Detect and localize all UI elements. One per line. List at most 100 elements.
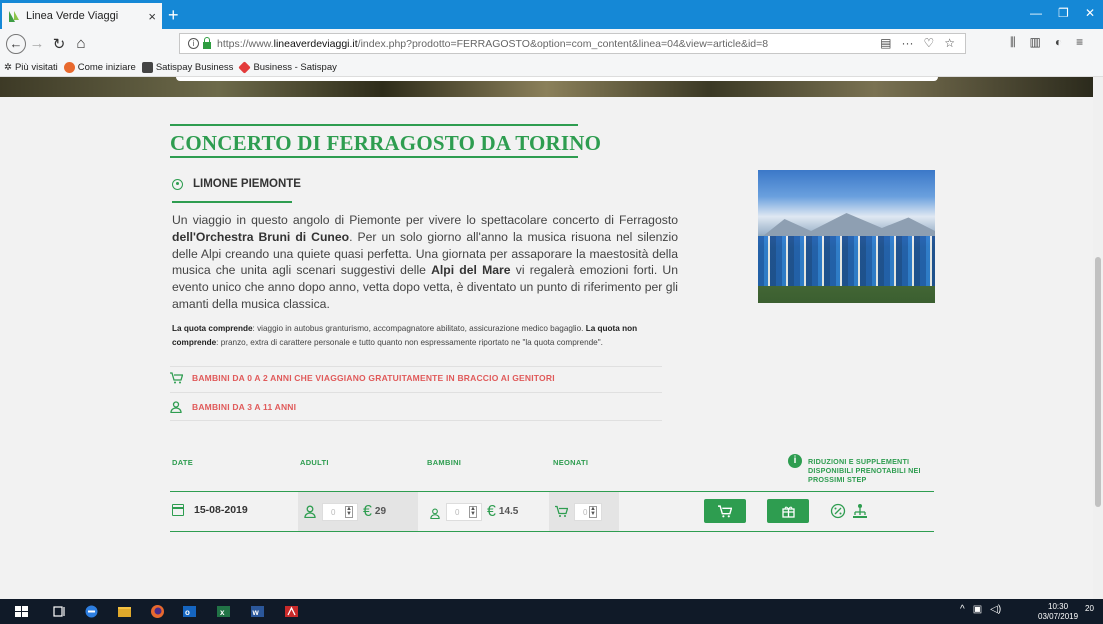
library-icon[interactable]: ⫼: [1010, 35, 1016, 50]
title-rule-bottom: [170, 156, 578, 158]
pocket-icon[interactable]: ♡: [923, 36, 934, 50]
windows-start-icon[interactable]: [14, 604, 29, 619]
svg-text:x: x: [220, 608, 225, 617]
bookmark-star-icon[interactable]: ☆: [944, 36, 955, 50]
acrobat-icon[interactable]: [284, 604, 299, 619]
word-icon[interactable]: w: [250, 604, 265, 619]
bookmark-getting-started[interactable]: Come iniziare: [63, 61, 136, 73]
window-close-icon[interactable]: ✕: [1085, 6, 1095, 20]
notifications-icon[interactable]: 20: [1085, 604, 1094, 613]
firefox-icon: [63, 61, 75, 73]
tab-close-button[interactable]: ×: [148, 9, 156, 24]
file-explorer-icon[interactable]: [117, 604, 132, 619]
adult-group: 0 ▲ ▼ € 29: [298, 492, 418, 531]
page-scrollbar[interactable]: [1093, 77, 1103, 599]
volume-icon[interactable]: ◁): [990, 604, 1001, 615]
browser-tab-bar: Linea Verde Viaggi × + — ❐ ✕: [0, 0, 1103, 29]
col-header-infants: NEONATI: [553, 458, 589, 467]
reload-icon[interactable]: ↻: [48, 35, 70, 53]
info-icon: i: [788, 454, 802, 468]
edge-icon[interactable]: [84, 604, 99, 619]
cart-icon: [718, 504, 732, 517]
add-to-cart-button[interactable]: [704, 499, 746, 523]
quota-info: La quota comprende: viaggio in autobus g…: [172, 324, 638, 347]
url-prefix: https://www.: [217, 37, 274, 50]
reader-view-icon[interactable]: ▤: [880, 36, 891, 50]
new-tab-button[interactable]: +: [168, 5, 179, 26]
tray-chevron-icon[interactable]: ^: [960, 604, 965, 615]
extension-icon[interactable]: ◐: [1055, 35, 1062, 50]
adult-person-icon: [304, 505, 316, 518]
cart-icon: [170, 372, 183, 384]
child-option-3-11[interactable]: BAMBINI DA 3 A 11 ANNI: [170, 401, 662, 413]
child-person-icon: [430, 508, 440, 519]
firefox-taskbar-icon[interactable]: [150, 604, 165, 619]
home-icon[interactable]: ⌂: [70, 35, 92, 52]
calendar-icon: [172, 504, 184, 516]
location: LIMONE PIEMONTE: [172, 178, 301, 190]
infant-quantity-stepper[interactable]: 0 ▲ ▼: [574, 502, 602, 521]
menu-icon[interactable]: ≡: [1076, 35, 1083, 50]
location-rule: [172, 201, 292, 203]
network-icon[interactable]: ▣: [973, 604, 982, 615]
browser-tab[interactable]: Linea Verde Viaggi ×: [2, 3, 162, 29]
location-label: LIMONE PIEMONTE: [193, 178, 301, 190]
divider: [170, 392, 662, 393]
group-seating-icon[interactable]: [852, 503, 868, 519]
minimize-icon[interactable]: —: [1030, 6, 1042, 20]
lock-icon: [203, 36, 211, 49]
toolbar-right: ⫼ ▥ ◐ ≡: [1010, 35, 1083, 50]
site-info-icon[interactable]: i: [188, 38, 199, 49]
departure-date: 15-08-2019: [172, 504, 248, 516]
task-view-icon[interactable]: [52, 604, 67, 619]
bookmark-satispay-business[interactable]: Satispay Business: [141, 61, 233, 73]
col-header-children: BAMBINI: [427, 458, 462, 467]
divider: [170, 420, 662, 421]
svg-text:w: w: [252, 608, 260, 617]
scrollbar-thumb[interactable]: [1095, 257, 1101, 507]
child-group: 0 ▲ ▼ € 14.5: [424, 492, 546, 531]
bookmark-most-visited[interactable]: ✲ Più visitati: [4, 62, 58, 73]
discount-icon[interactable]: [830, 503, 846, 519]
col-header-adults: ADULTI: [300, 458, 329, 467]
url-host: lineaverdeviaggi.it: [273, 37, 358, 50]
euro-icon: €: [363, 502, 372, 520]
title-rule-top: [170, 124, 578, 126]
location-pin-icon: [172, 178, 183, 190]
adult-price: 29: [374, 506, 387, 517]
satispay-red-icon: [238, 60, 252, 74]
concert-photo: [758, 170, 935, 303]
forward-button-icon[interactable]: →: [26, 35, 48, 52]
bookmarks-bar: ✲ Più visitati Come iniziare Satispay Bus…: [0, 58, 1103, 77]
divider: [170, 366, 662, 367]
spinner-arrows-icon[interactable]: ▲ ▼: [589, 505, 597, 518]
table-bottom-rule: [170, 531, 934, 532]
taskbar-clock[interactable]: 10:30 03/07/2019: [1038, 602, 1078, 622]
outlook-icon[interactable]: o: [182, 604, 197, 619]
child-quantity-stepper[interactable]: 0 ▲ ▼: [446, 502, 482, 521]
restore-icon[interactable]: ❐: [1058, 6, 1069, 20]
child-option-0-2[interactable]: BAMBINI DA 0 A 2 ANNI CHE VIAGGIANO GRAT…: [170, 372, 662, 384]
url-path: /index.php?prodotto=FERRAGOSTO&option=co…: [357, 37, 769, 50]
sidebar-icon[interactable]: ▥: [1030, 35, 1041, 50]
svg-text:o: o: [185, 608, 190, 617]
page-title: CONCERTO DI FERRAGOSTO DA TORINO: [170, 131, 602, 155]
header-banner-image: [0, 77, 1093, 97]
person-icon: [170, 401, 182, 413]
back-button-icon[interactable]: ←: [6, 33, 26, 54]
browser-nav-bar: ← → ↻ ⌂ i https://www. lineaverdeviaggi.i…: [0, 29, 1103, 58]
spinner-arrows-icon[interactable]: ▲ ▼: [345, 505, 353, 518]
satispay-icon: [141, 61, 153, 73]
trip-description: Un viaggio in questo angolo di Piemonte …: [172, 213, 678, 311]
page-actions-icon[interactable]: ···: [901, 36, 913, 50]
adult-quantity-stepper[interactable]: 0 ▲ ▼: [322, 502, 358, 521]
euro-icon: €: [487, 502, 496, 520]
excel-icon[interactable]: x: [216, 604, 231, 619]
bookmark-business-satispay[interactable]: Business - Satispay: [238, 60, 337, 74]
baby-stroller-icon: [555, 505, 568, 517]
site-favicon-icon: [8, 10, 21, 23]
url-bar[interactable]: i https://www. lineaverdeviaggi.it/index.…: [179, 33, 966, 54]
spinner-arrows-icon[interactable]: ▲ ▼: [469, 505, 477, 518]
gift-icon: [781, 506, 795, 518]
gift-button[interactable]: [767, 499, 809, 523]
